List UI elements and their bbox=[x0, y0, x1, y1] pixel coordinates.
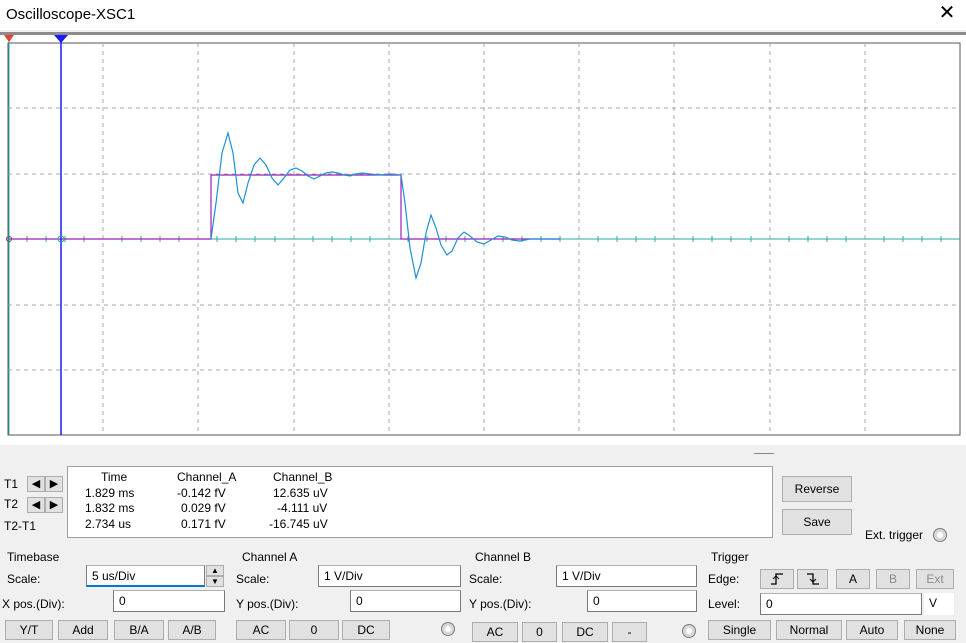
channel-b-ypos-input[interactable]: 0 bbox=[587, 590, 697, 612]
timebase-xpos-input[interactable]: 0 bbox=[113, 590, 225, 612]
readout-delta-channel-b: -16.745 uV bbox=[269, 517, 328, 531]
t1-label: T1 bbox=[4, 477, 19, 491]
channel-a-ac-button[interactable]: AC bbox=[236, 620, 286, 640]
channel-a-ypos-input[interactable]: 0 bbox=[350, 590, 461, 612]
trigger-title: Trigger bbox=[711, 550, 749, 564]
save-button[interactable]: Save bbox=[782, 509, 852, 535]
mode-ba-button[interactable]: B/A bbox=[114, 620, 164, 640]
readout-t2-time: 1.832 ms bbox=[85, 501, 135, 515]
title-bar bbox=[0, 0, 966, 30]
ext-trigger-terminal-icon[interactable] bbox=[933, 528, 947, 542]
cursor-t2-handle[interactable] bbox=[54, 35, 68, 43]
trigger-level-unit: V bbox=[924, 593, 954, 615]
t2-t1-label: T2-T1 bbox=[4, 519, 37, 533]
readout-t2-channel-b: -4.111 uV bbox=[277, 501, 328, 515]
readout-t1-time: 1.829 ms bbox=[85, 486, 135, 500]
t1-right-arrow-icon[interactable]: ▶ bbox=[45, 476, 63, 492]
trigger-none-button[interactable]: None bbox=[904, 620, 956, 640]
t2-left-arrow-icon[interactable]: ◀ bbox=[27, 497, 45, 513]
trigger-normal-button[interactable]: Normal bbox=[776, 620, 842, 640]
timebase-xpos-label: X pos.(Div): bbox=[2, 597, 65, 611]
readout-header-channel-b: Channel_B bbox=[273, 470, 333, 484]
cursor-t1-handle[interactable] bbox=[4, 35, 14, 42]
splitter-handle[interactable] bbox=[754, 453, 774, 454]
trigger-source-b-button[interactable]: B bbox=[876, 569, 910, 589]
readout-delta-time: 2.734 us bbox=[85, 517, 132, 531]
t2-right-arrow-icon[interactable]: ▶ bbox=[45, 497, 63, 513]
close-icon[interactable]: ✕ bbox=[936, 3, 958, 25]
ext-trigger-label: Ext. trigger bbox=[865, 528, 924, 542]
channel-b-dc-button[interactable]: DC bbox=[562, 622, 608, 642]
readout-header-time: Time bbox=[101, 470, 128, 484]
channel-b-zero-button[interactable]: 0 bbox=[522, 622, 557, 642]
channel-a-dc-button[interactable]: DC bbox=[342, 620, 390, 640]
readout-header-channel-a: Channel_A bbox=[177, 470, 237, 484]
scope-display bbox=[4, 35, 961, 436]
rising-edge-icon[interactable] bbox=[760, 569, 794, 589]
readout-t1-channel-a: -0.142 fV bbox=[177, 486, 226, 500]
channel-b-scale-label: Scale: bbox=[469, 572, 503, 586]
channel-b-terminal-icon[interactable] bbox=[682, 624, 696, 638]
trigger-level-input[interactable]: 0 bbox=[760, 593, 922, 615]
trigger-level-label: Level: bbox=[708, 597, 741, 611]
trigger-single-button[interactable]: Single bbox=[708, 620, 771, 640]
trigger-edge-label: Edge: bbox=[708, 572, 740, 586]
readout-delta-channel-a: 0.171 fV bbox=[181, 517, 226, 531]
spinner-down-icon[interactable]: ▼ bbox=[206, 576, 224, 587]
mode-ab-button[interactable]: A/B bbox=[168, 620, 216, 640]
timebase-title: Timebase bbox=[7, 550, 60, 564]
mode-yt-button[interactable]: Y/T bbox=[5, 620, 53, 640]
window-title: Oscilloscope-XSC1 bbox=[6, 6, 136, 23]
channel-b-ypos-label: Y pos.(Div): bbox=[469, 597, 532, 611]
timebase-scale-spinner[interactable]: ▲ ▼ bbox=[206, 565, 224, 587]
readout-t2-channel-a: 0.029 fV bbox=[181, 501, 226, 515]
reverse-button[interactable]: Reverse bbox=[782, 476, 852, 502]
cursor-readout-panel bbox=[67, 466, 773, 538]
channel-a-ypos-label: Y pos.(Div): bbox=[236, 597, 299, 611]
falling-edge-icon[interactable] bbox=[797, 569, 828, 589]
channel-a-terminal-icon[interactable] bbox=[441, 622, 455, 636]
spinner-up-icon[interactable]: ▲ bbox=[206, 565, 224, 576]
mode-add-button[interactable]: Add bbox=[58, 620, 108, 640]
t1-left-arrow-icon[interactable]: ◀ bbox=[27, 476, 45, 492]
channel-b-minus-button[interactable]: - bbox=[612, 622, 647, 642]
trigger-source-ext-button[interactable]: Ext bbox=[916, 569, 954, 589]
timebase-scale-input[interactable]: 5 us/Div bbox=[86, 565, 205, 587]
channel-a-scale-input[interactable]: 1 V/Div bbox=[318, 565, 461, 587]
timebase-scale-label: Scale: bbox=[7, 572, 41, 586]
channel-b-scale-input[interactable]: 1 V/Div bbox=[556, 565, 697, 587]
channel-b-title: Channel B bbox=[475, 550, 532, 564]
channel-a-title: Channel A bbox=[242, 550, 298, 564]
trigger-auto-button[interactable]: Auto bbox=[846, 620, 898, 640]
channel-a-zero-button[interactable]: 0 bbox=[289, 620, 339, 640]
channel-a-scale-label: Scale: bbox=[236, 572, 270, 586]
trigger-source-a-button[interactable]: A bbox=[836, 569, 870, 589]
t2-label: T2 bbox=[4, 497, 19, 511]
channel-b-ac-button[interactable]: AC bbox=[472, 622, 518, 642]
readout-t1-channel-b: 12.635 uV bbox=[273, 486, 328, 500]
